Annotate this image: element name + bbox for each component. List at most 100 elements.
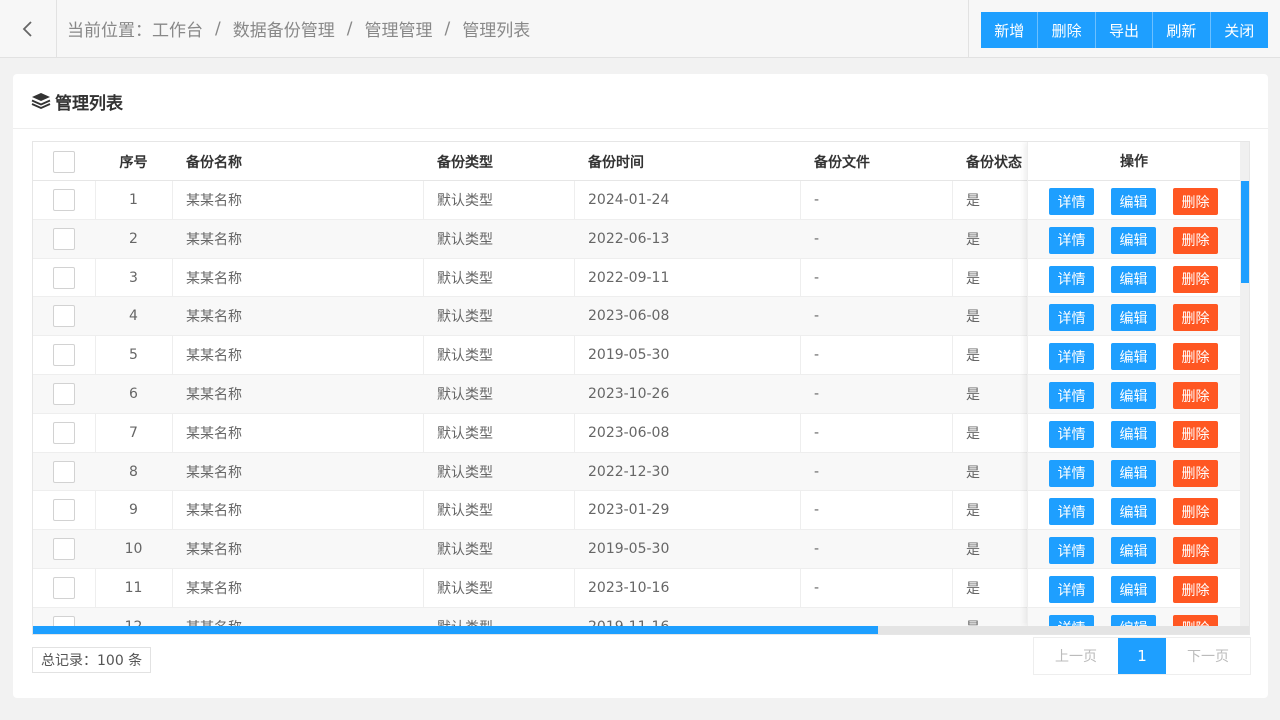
row-checkbox[interactable] (53, 383, 75, 405)
row-delete-button[interactable]: 删除 (1173, 304, 1218, 332)
edit-button[interactable]: 编辑 (1111, 459, 1156, 487)
row-checkbox-cell (53, 414, 75, 452)
current-page-button[interactable]: 1 (1118, 638, 1166, 674)
row-backup-time: 2023-06-08 (588, 424, 670, 441)
detail-button[interactable]: 详情 (1049, 420, 1094, 448)
operations-row: 详情编辑删除 (1028, 452, 1241, 492)
column-header-index[interactable]: 序号 (95, 142, 172, 181)
row-backup-status: 是 (966, 464, 980, 481)
row-backup-name: 某某名称 (186, 309, 242, 326)
detail-button[interactable]: 详情 (1049, 382, 1094, 409)
row-delete-button[interactable]: 删除 (1173, 382, 1218, 409)
row-delete-button[interactable]: 删除 (1173, 188, 1218, 215)
edit-button[interactable]: 编辑 (1111, 188, 1156, 215)
row-delete-button[interactable]: 删除 (1173, 459, 1218, 487)
table-row[interactable]: 1 某某名称 默认类型 2024-01-24 - 是 (33, 181, 1027, 220)
table-row[interactable]: 6 某某名称 默认类型 2023-10-26 - 是 (33, 375, 1027, 414)
detail-button[interactable]: 详情 (1049, 226, 1094, 254)
row-checkbox[interactable] (53, 499, 75, 522)
operations-row: 详情编辑删除 (1028, 259, 1241, 298)
row-backup-status: 是 (966, 542, 980, 559)
row-backup-file: - (814, 347, 820, 364)
add-button[interactable]: 新增 (981, 12, 1039, 48)
detail-button[interactable]: 详情 (1049, 537, 1094, 565)
detail-button[interactable]: 详情 (1049, 343, 1094, 371)
select-all-checkbox-cell (53, 142, 75, 181)
edit-button[interactable]: 编辑 (1111, 537, 1156, 565)
table-row[interactable]: 8 某某名称 默认类型 2022-12-30 - 是 (33, 452, 1027, 492)
table-row[interactable]: 10 某某名称 默认类型 2019-05-30 - 是 (33, 530, 1027, 569)
breadcrumb-item-workbench[interactable]: 工作台 (152, 16, 203, 41)
column-header-time[interactable]: 备份时间 (588, 142, 644, 181)
column-header-type[interactable]: 备份类型 (437, 142, 493, 181)
breadcrumb-item-backup[interactable]: 数据备份管理 (233, 16, 335, 41)
row-delete-button[interactable]: 删除 (1173, 265, 1218, 293)
row-delete-button[interactable]: 删除 (1173, 576, 1218, 603)
edit-button[interactable]: 编辑 (1111, 304, 1156, 332)
row-delete-button[interactable]: 删除 (1173, 343, 1218, 371)
select-all-checkbox[interactable] (53, 150, 75, 173)
edit-button[interactable]: 编辑 (1111, 576, 1156, 603)
row-backup-type: 默认类型 (437, 387, 493, 403)
edit-button[interactable]: 编辑 (1111, 420, 1156, 448)
table-row[interactable]: 4 某某名称 默认类型 2023-06-08 - 是 (33, 297, 1027, 337)
table-row[interactable]: 3 某某名称 默认类型 2022-09-11 - 是 (33, 259, 1027, 298)
detail-button[interactable]: 详情 (1049, 459, 1094, 487)
row-checkbox[interactable] (53, 577, 75, 599)
row-backup-file: - (814, 386, 820, 402)
close-button[interactable]: 关闭 (1210, 12, 1268, 48)
row-checkbox[interactable] (53, 189, 75, 211)
row-backup-file: - (814, 269, 820, 286)
edit-button[interactable]: 编辑 (1111, 382, 1156, 409)
row-backup-type: 默认类型 (437, 309, 493, 326)
row-backup-type: 默认类型 (437, 464, 493, 481)
row-backup-type: 默认类型 (437, 270, 493, 287)
detail-button[interactable]: 详情 (1049, 498, 1094, 526)
breadcrumb-item-manage[interactable]: 管理管理 (364, 16, 432, 41)
row-checkbox[interactable] (53, 421, 75, 444)
row-backup-name: 某某名称 (186, 464, 242, 481)
row-checkbox[interactable] (53, 305, 75, 328)
detail-button[interactable]: 详情 (1049, 188, 1094, 215)
prev-page-button[interactable]: 上一页 (1034, 638, 1118, 674)
row-backup-status: 是 (966, 425, 980, 442)
column-header-status[interactable]: 备份状态 (966, 142, 1022, 181)
row-checkbox[interactable] (53, 538, 75, 561)
edit-button[interactable]: 编辑 (1111, 343, 1156, 371)
row-checkbox[interactable] (53, 266, 75, 289)
row-index: 7 (129, 424, 138, 441)
table-row[interactable]: 5 某某名称 默认类型 2019-05-30 - 是 (33, 336, 1027, 375)
vertical-scrollbar[interactable] (1240, 142, 1249, 626)
detail-button[interactable]: 详情 (1049, 304, 1094, 332)
refresh-button[interactable]: 刷新 (1153, 12, 1211, 48)
export-button[interactable]: 导出 (1095, 12, 1154, 48)
row-delete-button[interactable]: 删除 (1173, 226, 1218, 254)
edit-button[interactable]: 编辑 (1111, 226, 1156, 254)
table-row[interactable]: 2 某某名称 默认类型 2022-06-13 - 是 (33, 219, 1027, 259)
detail-button[interactable]: 详情 (1049, 576, 1094, 603)
table-row[interactable]: 7 某某名称 默认类型 2023-06-08 - 是 (33, 414, 1027, 453)
row-backup-status: 是 (966, 309, 980, 326)
horizontal-scrollbar[interactable] (33, 626, 1249, 634)
table-row[interactable]: 11 某某名称 默认类型 2023-10-16 - 是 (33, 569, 1027, 608)
column-header-file[interactable]: 备份文件 (814, 142, 870, 181)
breadcrumb-item-list: 管理列表 (462, 21, 531, 41)
edit-button[interactable]: 编辑 (1111, 498, 1156, 526)
next-page-button[interactable]: 下一页 (1166, 638, 1250, 674)
row-delete-button[interactable]: 删除 (1173, 537, 1218, 565)
row-backup-status: 是 (966, 581, 980, 597)
row-delete-button[interactable]: 删除 (1173, 498, 1218, 526)
detail-button[interactable]: 详情 (1049, 265, 1094, 293)
row-delete-button[interactable]: 删除 (1173, 420, 1218, 448)
vertical-scrollbar-thumb[interactable] (1241, 181, 1249, 283)
table-row[interactable]: 9 某某名称 默认类型 2023-01-29 - 是 (33, 491, 1027, 531)
column-header-name[interactable]: 备份名称 (186, 142, 242, 181)
row-checkbox[interactable] (53, 227, 75, 250)
back-button[interactable] (0, 0, 57, 57)
row-checkbox[interactable] (53, 344, 75, 367)
row-backup-time: 2022-06-13 (588, 230, 670, 247)
horizontal-scrollbar-thumb[interactable] (33, 626, 878, 634)
edit-button[interactable]: 编辑 (1111, 265, 1156, 293)
delete-button[interactable]: 删除 (1038, 12, 1096, 48)
row-checkbox[interactable] (53, 460, 75, 483)
